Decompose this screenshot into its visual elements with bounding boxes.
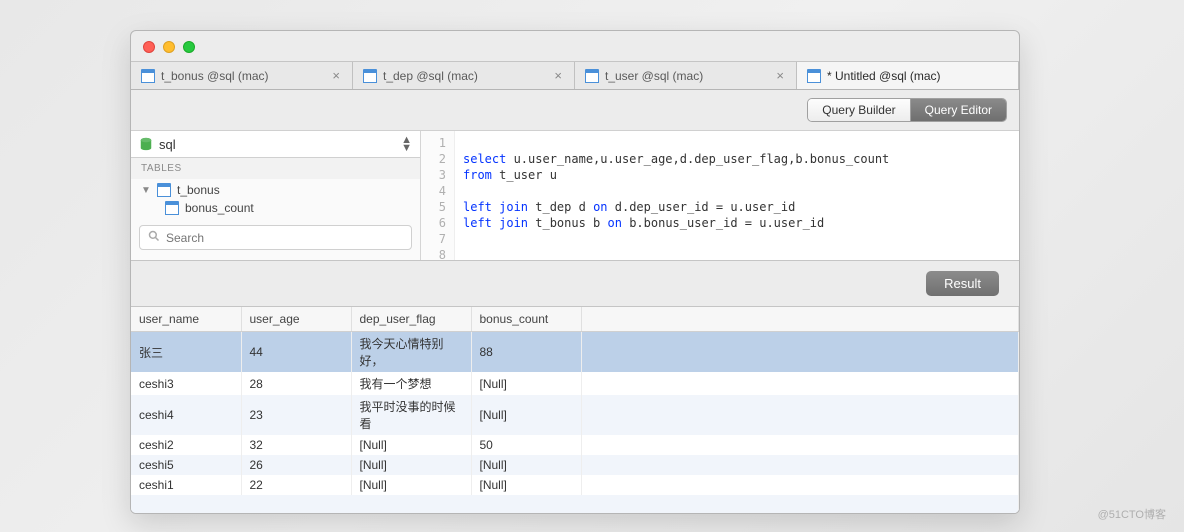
- cell-user-name[interactable]: ceshi3: [131, 372, 241, 395]
- tab-t-dep[interactable]: t_dep @sql (mac) ×: [353, 62, 575, 89]
- tables-section-label: TABLES: [131, 158, 420, 179]
- search-field-wrap: [139, 225, 412, 250]
- cell-dep-user-flag[interactable]: 我有一个梦想: [351, 372, 471, 395]
- table-icon: [165, 201, 179, 215]
- tree-node-t-bonus[interactable]: ▼ t_bonus: [137, 181, 414, 199]
- cell-bonus-count[interactable]: [Null]: [471, 455, 581, 475]
- cell-user-age[interactable]: 23: [241, 395, 351, 435]
- result-button[interactable]: Result: [926, 271, 999, 296]
- cell-dep-user-flag[interactable]: 我平时没事的时候看: [351, 395, 471, 435]
- stepper-icon[interactable]: ▲▼: [401, 136, 412, 152]
- search-icon: [148, 230, 160, 245]
- tab-label: t_dep @sql (mac): [383, 69, 478, 83]
- results-grid: user_name user_age dep_user_flag bonus_c…: [131, 307, 1019, 513]
- close-tab-button[interactable]: ×: [774, 68, 786, 83]
- col-bonus-count[interactable]: bonus_count: [471, 307, 581, 332]
- cell-user-name[interactable]: ceshi1: [131, 475, 241, 495]
- table-row[interactable]: ceshi423我平时没事的时候看[Null]: [131, 395, 1019, 435]
- table-row[interactable]: ceshi526[Null][Null]: [131, 455, 1019, 475]
- table-row[interactable]: ceshi232[Null]50: [131, 435, 1019, 455]
- cell-bonus-count[interactable]: 50: [471, 435, 581, 455]
- disclosure-triangle-icon[interactable]: ▼: [141, 185, 151, 196]
- cell-bonus-count[interactable]: [Null]: [471, 475, 581, 495]
- tab-label: t_user @sql (mac): [605, 69, 703, 83]
- cell-dep-user-flag[interactable]: [Null]: [351, 455, 471, 475]
- cell-dep-user-flag[interactable]: [Null]: [351, 435, 471, 455]
- results-body: 张三44我今天心情特别好，88ceshi328我有一个梦想[Null]ceshi…: [131, 332, 1019, 514]
- table-row[interactable]: 张三44我今天心情特别好，88: [131, 332, 1019, 373]
- col-user-name[interactable]: user_name: [131, 307, 241, 332]
- cell-user-age[interactable]: 26: [241, 455, 351, 475]
- col-empty: [581, 307, 1019, 332]
- maximize-window-button[interactable]: [183, 41, 195, 53]
- query-mode-toggle: Query Builder Query Editor: [807, 98, 1007, 122]
- table-icon: [363, 69, 377, 83]
- close-tab-button[interactable]: ×: [330, 68, 342, 83]
- cell-user-age[interactable]: 28: [241, 372, 351, 395]
- cell-empty: [581, 332, 1019, 373]
- cell-empty: [581, 435, 1019, 455]
- cell-user-age[interactable]: 22: [241, 475, 351, 495]
- close-window-button[interactable]: [143, 41, 155, 53]
- tree-node-label: bonus_count: [185, 201, 254, 215]
- table-icon: [141, 69, 155, 83]
- table-icon: [585, 69, 599, 83]
- col-dep-user-flag[interactable]: dep_user_flag: [351, 307, 471, 332]
- tables-tree: ▼ t_bonus bonus_count: [131, 179, 420, 219]
- cell-bonus-count[interactable]: [Null]: [471, 372, 581, 395]
- table-icon: [157, 183, 171, 197]
- database-selector[interactable]: sql ▲▼: [131, 131, 420, 158]
- tab-untitled[interactable]: * Untitled @sql (mac): [797, 62, 1019, 89]
- col-user-age[interactable]: user_age: [241, 307, 351, 332]
- tab-t-bonus[interactable]: t_bonus @sql (mac) ×: [131, 62, 353, 89]
- minimize-window-button[interactable]: [163, 41, 175, 53]
- cell-empty: [581, 372, 1019, 395]
- table-row-empty: [131, 495, 1019, 513]
- cell-empty: [581, 395, 1019, 435]
- watermark: @51CTO博客: [1098, 506, 1166, 522]
- cell-user-name[interactable]: ceshi2: [131, 435, 241, 455]
- cell-empty: [581, 455, 1019, 475]
- table-row[interactable]: ceshi328我有一个梦想[Null]: [131, 372, 1019, 395]
- result-toolbar: Result: [131, 261, 1019, 307]
- close-tab-button[interactable]: ×: [552, 68, 564, 83]
- app-window: t_bonus @sql (mac) × t_dep @sql (mac) × …: [130, 30, 1020, 514]
- tab-t-user[interactable]: t_user @sql (mac) ×: [575, 62, 797, 89]
- database-name: sql: [159, 137, 176, 152]
- search-input[interactable]: [166, 231, 403, 245]
- tree-node-bonus-count[interactable]: bonus_count: [137, 199, 414, 217]
- query-builder-button[interactable]: Query Builder: [808, 99, 909, 121]
- cell-bonus-count[interactable]: [Null]: [471, 395, 581, 435]
- cell-empty: [581, 475, 1019, 495]
- code-area[interactable]: select u.user_name,u.user_age,d.dep_user…: [455, 131, 897, 260]
- cell-dep-user-flag[interactable]: 我今天心情特别好，: [351, 332, 471, 373]
- tab-bar: t_bonus @sql (mac) × t_dep @sql (mac) × …: [131, 61, 1019, 90]
- cell-user-age[interactable]: 32: [241, 435, 351, 455]
- database-icon: [139, 137, 153, 151]
- tree-node-label: t_bonus: [177, 183, 220, 197]
- cell-user-name[interactable]: ceshi4: [131, 395, 241, 435]
- traffic-lights: [131, 31, 1019, 61]
- view-toggle-row: Query Builder Query Editor: [131, 90, 1019, 131]
- table-icon: [807, 69, 821, 83]
- cell-bonus-count[interactable]: 88: [471, 332, 581, 373]
- mid-row: sql ▲▼ TABLES ▼ t_bonus bonus_count: [131, 131, 1019, 261]
- tab-label: t_bonus @sql (mac): [161, 69, 269, 83]
- line-gutter: 12345678: [421, 131, 455, 260]
- table-row[interactable]: ceshi122[Null][Null]: [131, 475, 1019, 495]
- cell-dep-user-flag[interactable]: [Null]: [351, 475, 471, 495]
- sql-editor[interactable]: 12345678 select u.user_name,u.user_age,d…: [421, 131, 1019, 260]
- query-editor-button[interactable]: Query Editor: [910, 99, 1006, 121]
- cell-user-name[interactable]: 张三: [131, 332, 241, 373]
- tab-label: * Untitled @sql (mac): [827, 69, 941, 83]
- cell-user-name[interactable]: ceshi5: [131, 455, 241, 475]
- cell-user-age[interactable]: 44: [241, 332, 351, 373]
- sidebar: sql ▲▼ TABLES ▼ t_bonus bonus_count: [131, 131, 421, 260]
